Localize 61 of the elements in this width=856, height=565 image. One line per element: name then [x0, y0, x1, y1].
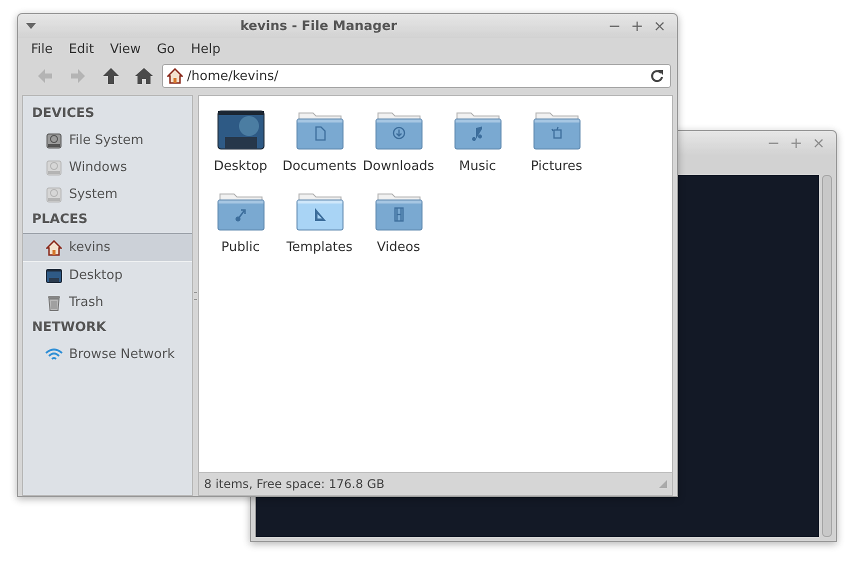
file-label[interactable]: Documents	[282, 159, 357, 174]
sidebar-item[interactable]: File System	[23, 127, 192, 154]
file-label[interactable]: Downloads	[362, 159, 434, 174]
house-icon	[167, 68, 183, 84]
scrollbar[interactable]	[822, 175, 832, 537]
sidebar-item[interactable]: Desktop	[23, 262, 192, 289]
window-control-button[interactable]: ×	[650, 17, 669, 35]
hard-drive-icon	[46, 132, 62, 148]
sidebar-label: kevins	[69, 240, 110, 255]
reload-icon[interactable]	[650, 69, 664, 83]
home-icon	[134, 68, 152, 84]
up-arrow-icon	[102, 68, 120, 84]
location-field[interactable]: /home/kevins/	[187, 68, 646, 84]
sidebar-label: Browse Network	[69, 347, 175, 362]
folder-icon	[454, 112, 502, 150]
status-text: 8 items, Free space: 176.8 GB	[204, 477, 386, 491]
sidebar-heading: DEVICES	[31, 105, 96, 123]
sidebar-item[interactable]: Trash	[23, 289, 192, 316]
sidebar-item[interactable]: Browse Network	[23, 341, 192, 368]
sidebar-label: Trash	[69, 295, 104, 310]
menu-item[interactable]: View	[102, 42, 149, 56]
forward-arrow-icon	[68, 68, 86, 84]
sidebar-heading: PLACES	[31, 211, 89, 229]
menu-item[interactable]: Help	[182, 42, 228, 56]
sidebar-label: Windows	[69, 160, 128, 175]
trash-icon	[47, 294, 61, 310]
sidebar-item[interactable]: Windows	[23, 154, 192, 181]
sidebar-label: Desktop	[69, 268, 123, 283]
folder-icon	[296, 112, 344, 150]
back-arrow-icon	[36, 68, 54, 84]
folder-icon	[216, 193, 264, 231]
sidebar-item[interactable]: kevins	[23, 233, 192, 262]
menu-item[interactable]: Go	[148, 42, 183, 56]
file-label[interactable]: Pictures	[530, 159, 582, 174]
file-label[interactable]: Music	[459, 159, 496, 174]
window-control-button[interactable]: +	[628, 17, 646, 35]
sidebar-heading: NETWORK	[31, 319, 108, 337]
folder-icon	[374, 112, 422, 150]
house-icon	[46, 240, 62, 256]
sidebar-label: System	[69, 187, 118, 202]
file-label[interactable]: Public	[221, 240, 260, 255]
wifi-icon	[45, 348, 63, 362]
monitor-icon	[216, 110, 264, 150]
folder-icon	[296, 193, 344, 231]
monitor-icon	[46, 268, 62, 282]
sidebar-label: File System	[69, 133, 144, 148]
file-label[interactable]: Templates	[286, 240, 353, 255]
window-menu-icon[interactable]	[26, 23, 36, 29]
folder-icon	[374, 193, 422, 231]
location-bar[interactable]: /home/kevins/	[162, 64, 671, 88]
sidebar-item[interactable]: System	[23, 181, 192, 208]
menu-item[interactable]: File	[23, 42, 61, 56]
folder-icon	[532, 112, 580, 150]
hard-drive-icon	[46, 186, 62, 202]
window-control-button[interactable]: −	[605, 17, 624, 35]
menu-item[interactable]: Edit	[60, 42, 102, 56]
hard-drive-icon	[46, 160, 62, 176]
file-label[interactable]: Videos	[376, 240, 420, 255]
file-label[interactable]: Desktop	[214, 159, 268, 174]
window-title: kevins - File Manager	[239, 18, 398, 34]
resize-grip-icon[interactable]	[659, 480, 667, 488]
